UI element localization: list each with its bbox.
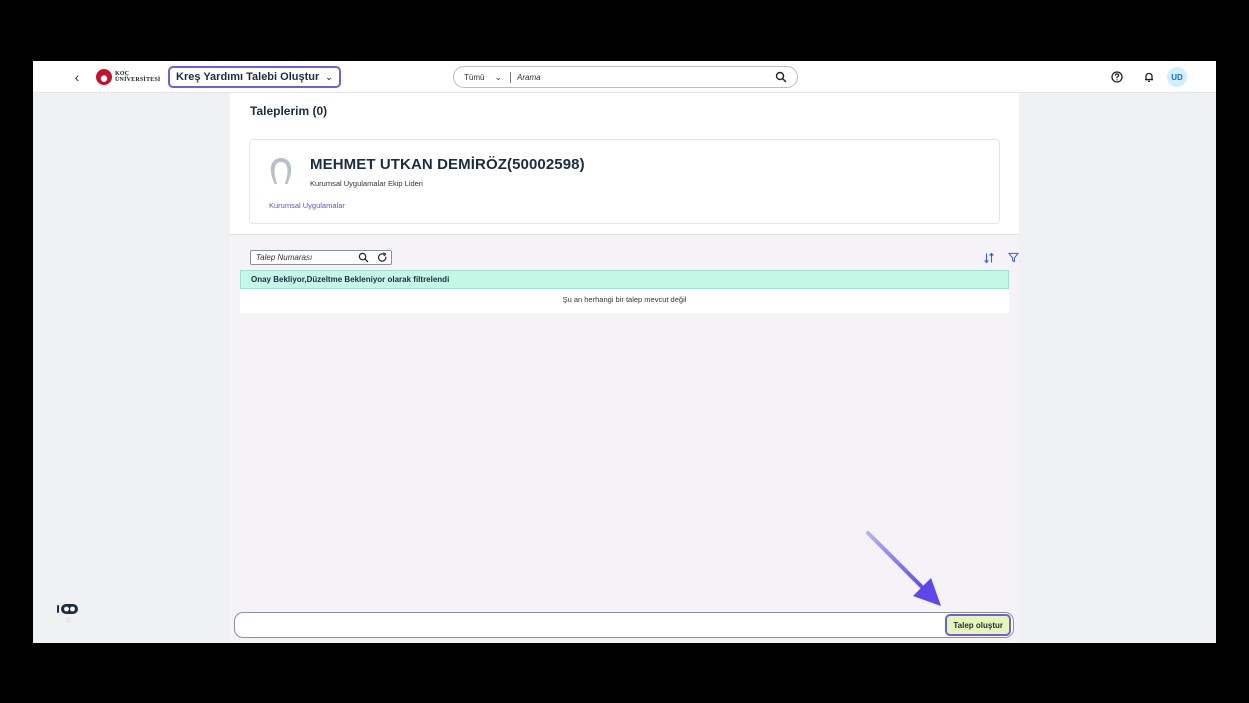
request-number-field	[250, 250, 392, 265]
shell-bar: ‹ KOÇ ÜNİVERSİTESİ Kreş Yardımı Talebi O…	[33, 61, 1216, 93]
main-content: Taleplerim (0) MEHMET UTKAN DEMİRÖZ(5000…	[230, 93, 1019, 643]
avatar[interactable]: UD	[1167, 67, 1187, 87]
footer-bar: Talep oluştur	[234, 612, 1014, 638]
sort-icon[interactable]	[983, 252, 995, 264]
app-title-menu[interactable]: Kreş Yardımı Talebi Oluştur ⌄	[168, 66, 341, 88]
request-number-input[interactable]	[251, 253, 347, 262]
search-scope-select[interactable]: Tümü ⌄	[454, 67, 502, 87]
create-request-button[interactable]: Talep oluştur	[945, 614, 1011, 636]
filter-icon[interactable]	[1008, 252, 1019, 263]
assistant-icon[interactable]	[57, 603, 79, 615]
profile-role: Kurumsal Uygulamalar Ekip Lideri	[310, 179, 423, 188]
app-window: ‹ KOÇ ÜNİVERSİTESİ Kreş Yardımı Talebi O…	[33, 61, 1216, 643]
chevron-down-icon: ⌄	[494, 71, 502, 82]
filter-info-bar[interactable]: Onay Bekliyor,Düzeltme Bekleniyor olarak…	[240, 270, 1009, 289]
search-input[interactable]	[517, 72, 767, 82]
person-icon	[270, 158, 292, 184]
koc-logo-icon	[96, 69, 112, 85]
help-icon[interactable]	[1111, 71, 1123, 83]
koc-logo[interactable]: KOÇ ÜNİVERSİTESİ	[96, 69, 160, 85]
logo-text-line2: ÜNİVERSİTESİ	[115, 77, 161, 83]
search-divider	[510, 71, 511, 83]
bell-icon[interactable]	[1143, 71, 1155, 83]
app-title: Kreş Yardımı Talebi Oluştur	[176, 71, 320, 83]
department-link[interactable]: Kurumsal Uygulamalar	[269, 201, 345, 210]
search-scope-value: Tümü	[464, 72, 485, 82]
chevron-down-icon: ⌄	[325, 71, 333, 82]
profile-name: MEHMET UTKAN DEMİRÖZ(50002598)	[310, 156, 585, 173]
global-search: Tümü ⌄	[453, 66, 798, 88]
empty-list-message: Şu an herhangi bir talep mevcut değil	[240, 289, 1009, 313]
assistant-handle	[66, 617, 71, 623]
refresh-icon[interactable]	[377, 252, 388, 263]
logo-text: KOÇ ÜNİVERSİTESİ	[115, 71, 160, 83]
search-icon[interactable]	[358, 252, 369, 263]
search-icon[interactable]	[775, 71, 787, 83]
back-icon[interactable]: ‹	[69, 69, 85, 85]
page-header: Taleplerim (0) MEHMET UTKAN DEMİRÖZ(5000…	[230, 93, 1019, 235]
list-toolbar	[250, 250, 1019, 266]
profile-card: MEHMET UTKAN DEMİRÖZ(50002598) Kurumsal …	[249, 139, 1000, 224]
page-title: Taleplerim (0)	[250, 104, 328, 118]
